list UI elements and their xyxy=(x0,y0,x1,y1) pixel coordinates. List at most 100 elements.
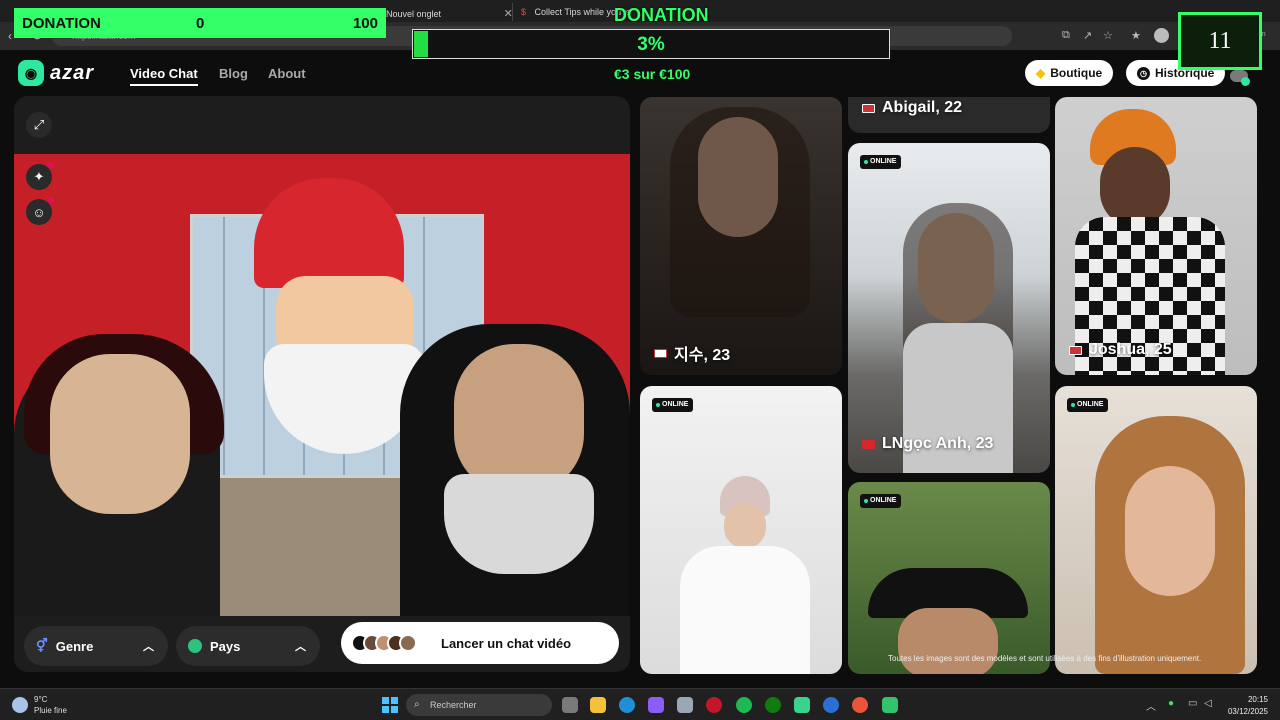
date: 03/12/2025 xyxy=(1227,707,1268,716)
profile-card-joshua[interactable]: Joshua, 25 xyxy=(1055,97,1257,375)
pays-label: Pays xyxy=(210,638,241,654)
tab-collect-tips[interactable]: $ Collect Tips while you're xyxy=(512,3,631,21)
donation-label: DONATION xyxy=(22,14,101,32)
volume-icon[interactable]: ◁ xyxy=(1204,698,1212,709)
profile-card-lngoc-anh[interactable]: ONLINE LNgọc Anh, 23 xyxy=(848,143,1050,473)
usa-flag-icon xyxy=(1069,345,1082,355)
profile-card-jisu[interactable]: 지수, 23 xyxy=(640,97,842,375)
streamer-right-jabot xyxy=(444,474,594,574)
donation-amount: €3 sur €100 xyxy=(614,66,691,82)
tray-expand-icon[interactable]: ︿ xyxy=(1146,698,1156,713)
profile-name: LNgọc Anh, 23 xyxy=(882,435,994,452)
sparkle-effects-icon[interactable]: ✦ xyxy=(26,162,54,190)
profile-caption: Joshua, 25 xyxy=(1069,341,1172,359)
launch-label: Lancer un chat vidéo xyxy=(441,635,572,651)
profile-caption: LNgọc Anh, 23 xyxy=(862,435,993,453)
nav-blog[interactable]: Blog xyxy=(219,66,248,81)
online-badge: ONLINE xyxy=(652,398,694,412)
boutique-button[interactable]: ◆ Boutique xyxy=(1025,60,1114,86)
favorites-icon[interactable]: ★ xyxy=(1131,29,1141,42)
edge-icon[interactable] xyxy=(619,697,635,713)
boutique-label: Boutique xyxy=(1050,66,1103,80)
app-green-icon[interactable] xyxy=(794,697,810,713)
azar-logo-icon: ◉ xyxy=(18,60,44,86)
gender-icon: ⚥ xyxy=(36,638,48,653)
pays-selector[interactable]: Pays ︿ xyxy=(176,626,320,666)
weather-widget[interactable]: 9°C Pluie fine xyxy=(12,694,67,716)
donation-max: 100 xyxy=(352,14,378,32)
video-chat-panel: ⤢ ✦ ☺ ⚥ Genre ︿ Pays ︿ Lancer un chat vi… xyxy=(14,96,630,672)
time: 20:15 xyxy=(1247,695,1268,704)
donation-min: 0 xyxy=(196,14,205,32)
taskbar-search[interactable]: ⌕ Rechercher xyxy=(406,694,552,716)
store-icon[interactable] xyxy=(677,697,693,713)
donation-progress-bar: 3% xyxy=(412,29,890,59)
file-explorer-icon[interactable] xyxy=(590,697,606,713)
profile-name: Joshua, 25 xyxy=(1089,341,1172,358)
logo-text: azar xyxy=(50,61,95,84)
nav-about[interactable]: About xyxy=(268,66,306,81)
windows-taskbar: 9°C Pluie fine ⌕ Rechercher ︿ ● ▭ ◁ 20:1… xyxy=(0,688,1280,720)
app-c-icon[interactable] xyxy=(823,697,839,713)
chrome-icon[interactable] xyxy=(852,697,868,713)
weather-description: Pluie fine xyxy=(34,706,67,715)
gem-icon: ◆ xyxy=(1036,66,1046,80)
chevron-up-icon: ︿ xyxy=(143,641,154,653)
santa-mural-hat xyxy=(254,178,404,288)
profile-card-abigail[interactable]: Abigail, 22 xyxy=(848,97,1050,133)
tab-new-tab[interactable]: Nouvel onglet ✕ xyxy=(378,3,513,21)
back-icon[interactable]: ‹ xyxy=(8,29,12,43)
task-view-icon[interactable] xyxy=(562,697,578,713)
network-icon[interactable]: ▭ xyxy=(1188,698,1197,709)
expand-icon[interactable]: ⤢ xyxy=(26,112,52,138)
avatar-stack xyxy=(351,634,417,652)
usa-flag-icon xyxy=(862,103,875,113)
profile-card-blonde[interactable]: ONLINE xyxy=(1055,386,1257,674)
profile-avatar[interactable] xyxy=(1154,28,1169,43)
donation-title: DONATION xyxy=(614,5,709,25)
copilot-icon[interactable] xyxy=(648,697,664,713)
globe-icon xyxy=(188,639,202,653)
nav-video-chat[interactable]: Video Chat xyxy=(130,66,198,86)
spotify-icon[interactable] xyxy=(736,697,752,713)
vietnam-flag-icon xyxy=(862,439,875,449)
profile-card-hat[interactable]: ONLINE xyxy=(848,482,1050,674)
taskbar-clock[interactable]: 20:15 03/12/2025 xyxy=(1222,694,1268,718)
profile-name: 지수, 23 xyxy=(674,347,731,364)
notification-dot xyxy=(1241,77,1250,86)
donation-goal-box: DONATION 0 100 xyxy=(14,8,386,38)
face-filter-icon[interactable]: ☺ xyxy=(26,197,54,225)
genre-selector[interactable]: ⚥ Genre ︿ xyxy=(24,626,168,666)
windows-start-icon[interactable] xyxy=(382,697,398,713)
tab-title: Nouvel onglet xyxy=(386,9,442,19)
webcam-feed xyxy=(14,154,630,616)
rain-cloud-icon xyxy=(12,697,28,713)
streamer-right-face xyxy=(454,344,584,494)
microphone-icon[interactable]: ● xyxy=(1168,698,1174,709)
azar-page: ◉ azar Video Chat Blog About ◆ Boutique … xyxy=(0,50,1280,688)
profile-caption: Abigail, 22 xyxy=(862,99,962,117)
donation-percent: 3% xyxy=(637,34,665,55)
xbox-icon[interactable] xyxy=(765,697,781,713)
online-badge: ONLINE xyxy=(860,155,902,169)
install-app-icon[interactable]: ⧉ xyxy=(1062,29,1070,42)
share-icon[interactable]: ↗ xyxy=(1083,29,1092,42)
search-placeholder: Rechercher xyxy=(430,700,477,710)
app-active-icon[interactable] xyxy=(882,697,898,713)
profile-card-snow[interactable]: ONLINE xyxy=(640,386,842,674)
south-korea-flag-icon xyxy=(654,348,667,358)
azar-logo[interactable]: ◉ azar xyxy=(18,60,94,86)
stream-counter: 11 xyxy=(1178,12,1262,70)
clock-icon: ◷ xyxy=(1137,66,1150,80)
profile-caption: 지수, 23 xyxy=(654,341,730,365)
temperature: 9°C xyxy=(34,695,48,704)
search-icon: ⌕ xyxy=(414,699,420,710)
favorite-star-icon[interactable]: ☆ xyxy=(1103,29,1113,42)
streamer-left-face xyxy=(50,354,190,514)
genre-label: Genre xyxy=(55,638,94,654)
launch-video-chat-button[interactable]: Lancer un chat vidéo xyxy=(341,622,619,664)
app-red-icon[interactable] xyxy=(706,697,722,713)
online-badge: ONLINE xyxy=(860,494,902,508)
chevron-up-icon: ︿ xyxy=(295,641,306,653)
online-badge: ONLINE xyxy=(1067,398,1109,412)
